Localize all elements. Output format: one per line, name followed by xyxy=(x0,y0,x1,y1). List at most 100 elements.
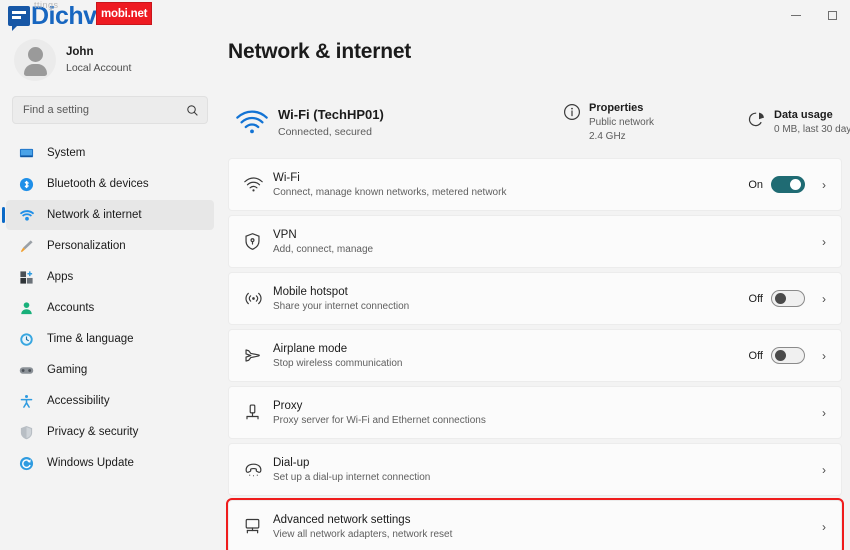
settings-window: ← John Local Account Find a setting Syst… xyxy=(0,0,850,550)
dialup-icon xyxy=(243,460,273,479)
search-input[interactable] xyxy=(23,104,186,116)
row-text: Advanced network settings View all netwo… xyxy=(273,514,817,540)
toggle-state-label: On xyxy=(748,178,763,191)
sidebar-item-privacy-security[interactable]: Privacy & security xyxy=(6,417,214,447)
search-icon xyxy=(187,104,198,116)
gamepad-icon xyxy=(18,362,35,379)
row-subtitle: Set up a dial-up internet connection xyxy=(273,471,431,483)
apps-icon xyxy=(18,269,35,286)
sidebar: John Local Account System xyxy=(0,0,220,550)
chevron-right-icon[interactable]: › xyxy=(817,292,831,306)
person-icon xyxy=(18,300,35,317)
sidebar-item-label: Bluetooth & devices xyxy=(47,178,149,190)
row-text: VPN Add, connect, manage xyxy=(273,229,817,255)
properties-line2: 2.4 GHz xyxy=(589,131,626,142)
row-subtitle: Stop wireless communication xyxy=(273,357,403,369)
avatar xyxy=(14,39,56,81)
row-airplane-mode[interactable]: Airplane mode Stop wireless communicatio… xyxy=(228,329,842,382)
row-dial-up[interactable]: Dial-up Set up a dial-up internet connec… xyxy=(228,443,842,496)
search-container xyxy=(0,84,220,124)
sidebar-item-personalization[interactable]: Personalization xyxy=(6,231,214,261)
data-usage-title: Data usage xyxy=(774,109,833,121)
minimize-button[interactable] xyxy=(778,0,814,30)
accessibility-icon xyxy=(18,393,35,410)
toggle-knob xyxy=(775,293,786,304)
network-name: Wi-Fi (TechHP01) xyxy=(278,106,384,122)
row-text: Wi-Fi Connect, manage known networks, me… xyxy=(273,172,748,198)
minimize-icon xyxy=(791,14,801,16)
row-text: Mobile hotspot Share your internet conne… xyxy=(273,286,749,312)
sidebar-item-apps[interactable]: Apps xyxy=(6,262,214,292)
row-title: Proxy xyxy=(273,399,303,412)
row-title: Airplane mode xyxy=(273,342,348,355)
row-wifi[interactable]: Wi-Fi Connect, manage known networks, me… xyxy=(228,158,842,211)
sidebar-item-time-language[interactable]: Time & language xyxy=(6,324,214,354)
row-subtitle: Connect, manage known networks, metered … xyxy=(273,186,507,198)
network-status: Connected, secured xyxy=(278,125,372,138)
wifi-toggle[interactable] xyxy=(771,176,805,193)
chevron-right-icon[interactable]: › xyxy=(817,178,831,192)
row-subtitle: Proxy server for Wi-Fi and Ethernet conn… xyxy=(273,414,486,426)
network-status-card[interactable]: Wi-Fi (TechHP01) Connected, secured Prop… xyxy=(220,86,850,158)
row-title: Wi-Fi xyxy=(273,171,300,184)
airplane-icon xyxy=(243,346,273,365)
page-title: Network & internet xyxy=(228,40,412,63)
sidebar-item-bluetooth-devices[interactable]: Bluetooth & devices xyxy=(6,169,214,199)
proxy-icon xyxy=(243,403,273,422)
toggle-state-label: Off xyxy=(748,349,763,362)
back-arrow-icon: ← xyxy=(10,7,24,23)
hotspot-toggle[interactable] xyxy=(771,290,805,307)
row-advanced-network-settings[interactable]: Advanced network settings View all netwo… xyxy=(226,498,844,550)
row-proxy[interactable]: Proxy Proxy server for Wi-Fi and Etherne… xyxy=(228,386,842,439)
row-title: Dial-up xyxy=(273,456,310,469)
sidebar-item-windows-update[interactable]: Windows Update xyxy=(6,448,214,478)
window-controls xyxy=(778,0,850,30)
row-vpn[interactable]: VPN Add, connect, manage › xyxy=(228,215,842,268)
main-content: Network & internet Wi-Fi (TechHP01) Conn… xyxy=(220,0,850,550)
sidebar-item-label: Apps xyxy=(47,271,74,283)
row-mobile-hotspot[interactable]: Mobile hotspot Share your internet conne… xyxy=(228,272,842,325)
sidebar-item-accounts[interactable]: Accounts xyxy=(6,293,214,323)
row-text: Airplane mode Stop wireless communicatio… xyxy=(273,343,749,369)
wifi-icon xyxy=(230,109,274,135)
chevron-right-icon[interactable]: › xyxy=(817,235,831,249)
row-subtitle: Share your internet connection xyxy=(273,300,410,312)
chevron-right-icon[interactable]: › xyxy=(817,520,831,534)
title-bar: ← xyxy=(0,0,850,30)
hotspot-icon xyxy=(243,289,273,308)
account-text: John Local Account xyxy=(66,45,131,76)
sidebar-item-network-internet[interactable]: Network & internet xyxy=(2,200,214,230)
airplane-toggle[interactable] xyxy=(771,347,805,364)
sidebar-item-label: Accessibility xyxy=(47,395,110,407)
properties-text: Properties Public network 2.4 GHz xyxy=(589,102,654,142)
sidebar-item-accessibility[interactable]: Accessibility xyxy=(6,386,214,416)
data-usage-link[interactable]: Data usage 0 MB, last 30 days xyxy=(748,109,850,135)
sidebar-item-gaming[interactable]: Gaming xyxy=(6,355,214,385)
account-summary[interactable]: John Local Account xyxy=(0,30,220,84)
back-button[interactable]: ← xyxy=(4,3,30,27)
shield-icon xyxy=(18,424,35,441)
maximize-button[interactable] xyxy=(814,0,850,30)
chevron-right-icon[interactable]: › xyxy=(817,463,831,477)
data-usage-line1: 0 MB, last 30 days xyxy=(774,124,850,135)
sidebar-item-label: Network & internet xyxy=(47,209,142,221)
search-box[interactable] xyxy=(12,96,208,124)
shield-lock-icon xyxy=(243,232,273,251)
row-subtitle: Add, connect, manage xyxy=(273,243,374,255)
toggle-knob xyxy=(790,179,801,190)
sidebar-item-label: Privacy & security xyxy=(47,426,139,438)
chevron-right-icon[interactable]: › xyxy=(817,406,831,420)
account-name: John xyxy=(66,45,94,58)
sidebar-nav: System Bluetooth & devices Network & int… xyxy=(0,138,220,478)
sidebar-item-system[interactable]: System xyxy=(6,138,214,168)
properties-link[interactable]: Properties Public network 2.4 GHz xyxy=(563,102,748,142)
toggle-state-label: Off xyxy=(748,292,763,305)
pc-icon xyxy=(243,517,273,536)
properties-title: Properties xyxy=(589,102,644,114)
sidebar-item-label: Gaming xyxy=(47,364,88,376)
info-icon xyxy=(563,103,581,121)
row-subtitle: View all network adapters, network reset xyxy=(273,528,453,540)
settings-list: Wi-Fi Connect, manage known networks, me… xyxy=(220,158,850,550)
chevron-right-icon[interactable]: › xyxy=(817,349,831,363)
row-title: Mobile hotspot xyxy=(273,285,348,298)
